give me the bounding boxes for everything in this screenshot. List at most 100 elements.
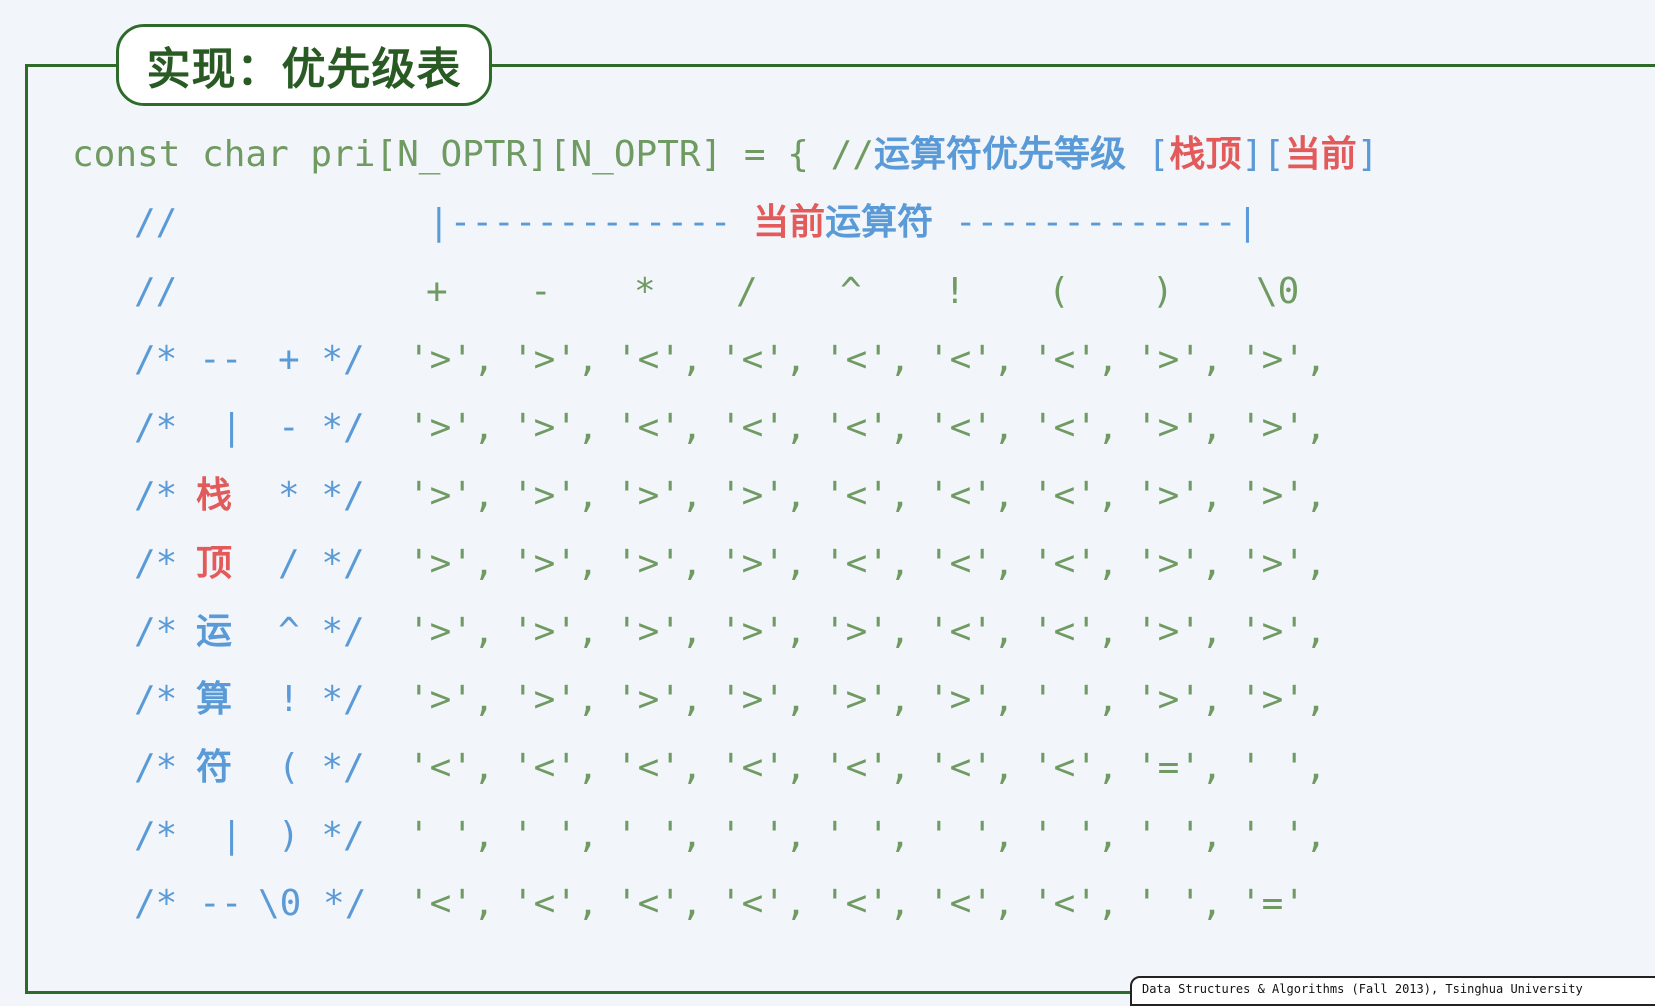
header-bar-left: |------------- bbox=[428, 202, 732, 243]
row-label-zh: 算 bbox=[196, 679, 233, 720]
header-current: 当前 bbox=[753, 202, 826, 243]
table-cell: '>', bbox=[408, 339, 495, 380]
table-cell: '>', bbox=[408, 611, 495, 652]
table-cell: '>', bbox=[1136, 339, 1223, 380]
table-cell: '<', bbox=[928, 883, 1015, 924]
bracket-open: [ bbox=[1147, 134, 1170, 175]
table-cell: '<', bbox=[824, 883, 911, 924]
table-cell: '<', bbox=[408, 883, 495, 924]
stack-top-label: 栈顶 bbox=[1169, 134, 1242, 175]
row-label-prefix: /* bbox=[134, 679, 178, 720]
declaration-code: const char pri[N_OPTR][N_OPTR] = { // bbox=[72, 134, 874, 175]
table-cell: '<', bbox=[720, 339, 807, 380]
table-cell: '>', bbox=[408, 679, 495, 720]
operator-header-3: / bbox=[736, 271, 758, 312]
table-cell: ' ', bbox=[928, 815, 1015, 856]
table-cell: '<', bbox=[824, 543, 911, 584]
header-operator: 运算符 bbox=[825, 202, 934, 243]
row-label-zh: 符 bbox=[196, 747, 233, 788]
table-cell: '>', bbox=[616, 543, 703, 584]
table-cell: '<', bbox=[824, 407, 911, 448]
table-cell: '=', bbox=[1136, 747, 1223, 788]
table-cell: ' ', bbox=[408, 815, 495, 856]
table-cell: '>', bbox=[1240, 679, 1327, 720]
table-cell: ' ', bbox=[1136, 815, 1223, 856]
table-cell: '<', bbox=[408, 747, 495, 788]
operators-comment-prefix: // bbox=[134, 271, 178, 312]
table-cell: '=' bbox=[1240, 883, 1306, 924]
table-cell: '>', bbox=[1136, 543, 1223, 584]
row-label-zh: 运 bbox=[196, 611, 233, 652]
table-cell: '<', bbox=[928, 543, 1015, 584]
table-cell: '>', bbox=[408, 407, 495, 448]
row-label-prefix: /* bbox=[134, 747, 178, 788]
table-cell: '<', bbox=[928, 747, 1015, 788]
table-cell: '>', bbox=[512, 611, 599, 652]
declaration-line: const char pri[N_OPTR][N_OPTR] = { //运算符… bbox=[72, 130, 1378, 180]
table-cell: ' ', bbox=[1240, 815, 1327, 856]
row-label-operator: ) */ bbox=[278, 815, 365, 856]
table-cell: '<', bbox=[1032, 883, 1119, 924]
table-cell: ' ', bbox=[512, 815, 599, 856]
table-cell: '>', bbox=[512, 339, 599, 380]
table-cell: '>', bbox=[616, 611, 703, 652]
row-label-prefix: /* -- bbox=[134, 339, 243, 380]
operator-header-5: ! bbox=[944, 271, 966, 312]
operator-header-7: ) bbox=[1152, 271, 1174, 312]
current-label: 当前 bbox=[1284, 134, 1357, 175]
table-cell: ' ', bbox=[1136, 883, 1223, 924]
row-label-prefix: /* -- bbox=[134, 883, 243, 924]
bracket-mid: ][ bbox=[1241, 134, 1285, 175]
table-cell: '<', bbox=[616, 407, 703, 448]
declaration-comment: 运算符优先等级 bbox=[873, 134, 1126, 175]
table-cell: '>', bbox=[512, 407, 599, 448]
course-footer: Data Structures & Algorithms (Fall 2013)… bbox=[1130, 976, 1655, 1006]
row-label-prefix: /* | bbox=[134, 407, 243, 448]
row-label-prefix: /* | bbox=[134, 815, 243, 856]
table-cell: '>', bbox=[928, 679, 1015, 720]
header-comment-prefix: // bbox=[134, 202, 178, 243]
table-cell: '<', bbox=[616, 747, 703, 788]
table-cell: '>', bbox=[1136, 679, 1223, 720]
table-cell: '>', bbox=[512, 679, 599, 720]
table-cell: '<', bbox=[1032, 543, 1119, 584]
table-cell: '<', bbox=[928, 475, 1015, 516]
row-label-operator: ! */ bbox=[278, 679, 365, 720]
priority-table-code: const char pri[N_OPTR][N_OPTR] = { //运算符… bbox=[0, 0, 1378, 924]
table-cell: '<', bbox=[512, 747, 599, 788]
table-cell: '<', bbox=[512, 883, 599, 924]
table-cell: '>', bbox=[1240, 475, 1327, 516]
row-label-prefix: /* bbox=[134, 543, 178, 584]
table-cell: '<', bbox=[824, 339, 911, 380]
table-cell: '<', bbox=[1032, 407, 1119, 448]
row-label-operator: * */ bbox=[278, 475, 365, 516]
operator-header-4: ^ bbox=[840, 271, 862, 312]
table-cell: '>', bbox=[1240, 611, 1327, 652]
table-cell: '>', bbox=[1136, 611, 1223, 652]
row-label-operator: / */ bbox=[278, 543, 365, 584]
table-cell: '>', bbox=[720, 679, 807, 720]
table-cell: '<', bbox=[616, 339, 703, 380]
row-label-operator: - */ bbox=[278, 407, 365, 448]
row-label-operator: ( */ bbox=[278, 747, 365, 788]
table-cell: '>', bbox=[824, 611, 911, 652]
header-current-operator: |------------- 当前运算符 -------------| bbox=[428, 198, 1258, 248]
table-cell: ' ', bbox=[1032, 815, 1119, 856]
table-cell: '<', bbox=[1032, 747, 1119, 788]
table-cell: '>', bbox=[1240, 407, 1327, 448]
table-cell: '<', bbox=[1032, 611, 1119, 652]
row-label-operator: \0 */ bbox=[258, 883, 367, 924]
row-label-operator: + */ bbox=[278, 339, 365, 380]
table-cell: '>', bbox=[616, 475, 703, 516]
operator-header-8: \0 bbox=[1256, 271, 1300, 312]
table-cell: '>', bbox=[1136, 407, 1223, 448]
slide-title: 实现：优先级表 bbox=[116, 24, 492, 106]
table-cell: '>', bbox=[1136, 475, 1223, 516]
operator-header-2: * bbox=[634, 271, 656, 312]
table-cell: '<', bbox=[1032, 475, 1119, 516]
table-cell: '>', bbox=[1240, 339, 1327, 380]
operator-header-1: - bbox=[530, 271, 552, 312]
table-cell: '<', bbox=[824, 475, 911, 516]
row-label-operator: ^ */ bbox=[278, 611, 365, 652]
table-cell: '<', bbox=[720, 747, 807, 788]
